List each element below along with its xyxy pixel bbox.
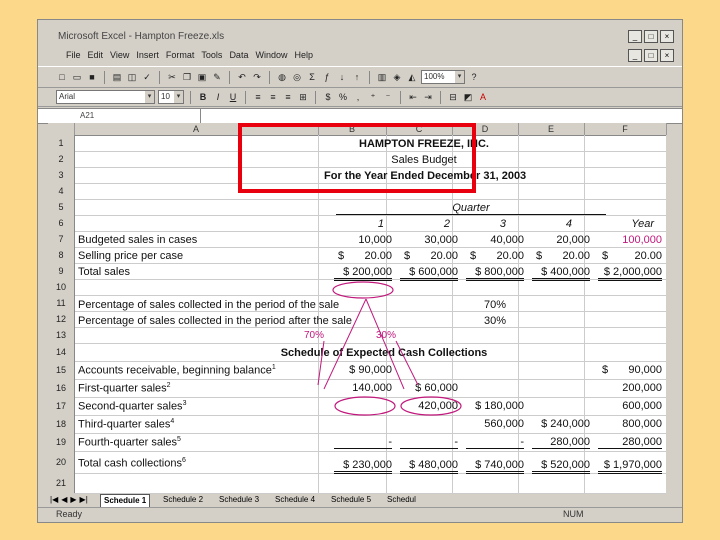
font-size-select[interactable]: 10 ▾ bbox=[158, 90, 184, 104]
window-title: Microsoft Excel - Hampton Freeze.xls bbox=[58, 31, 225, 42]
standard-toolbar: □ ▭ ■ ▤ ◫ ✓ ✂ ❐ ▣ ✎ ↶ ↷ ◍ ◎ Σ ƒ ↓ ↑ ▥ ◈ … bbox=[38, 66, 682, 88]
doc-close-button[interactable]: × bbox=[660, 49, 674, 62]
menu-insert[interactable]: Insert bbox=[136, 50, 159, 60]
fill-color-icon[interactable]: ◩ bbox=[462, 91, 474, 103]
annotation-circle-first-q2 bbox=[400, 396, 462, 416]
menu-data[interactable]: Data bbox=[229, 50, 248, 60]
web-icon[interactable]: ◎ bbox=[291, 71, 303, 83]
menu-file[interactable]: File bbox=[66, 50, 81, 60]
annotation-circle-first-q1 bbox=[334, 396, 396, 416]
maximize-button[interactable]: □ bbox=[644, 30, 658, 43]
first-sheet-icon[interactable]: |◀ bbox=[50, 495, 58, 504]
undo-icon[interactable]: ↶ bbox=[236, 71, 248, 83]
next-sheet-icon[interactable]: ▶ bbox=[70, 495, 76, 504]
decrease-indent-icon[interactable]: ⇤ bbox=[407, 91, 419, 103]
minimize-button[interactable]: _ bbox=[628, 30, 642, 43]
last-sheet-icon[interactable]: ▶| bbox=[80, 495, 88, 504]
align-left-icon[interactable]: ≡ bbox=[252, 91, 264, 103]
cut-icon[interactable]: ✂ bbox=[166, 71, 178, 83]
tab-schedule-6[interactable]: Schedul bbox=[384, 494, 419, 506]
format-painter-icon[interactable]: ✎ bbox=[211, 71, 223, 83]
formula-bar[interactable]: A21 bbox=[38, 108, 682, 124]
sort-desc-icon[interactable]: ↑ bbox=[351, 71, 363, 83]
tab-schedule-2[interactable]: Schedule 2 bbox=[160, 494, 206, 506]
currency-icon[interactable]: $ bbox=[322, 91, 334, 103]
sheet-tabs: |◀ ◀ ▶ ▶| Schedule 1 Schedule 2 Schedule… bbox=[48, 494, 666, 508]
redo-icon[interactable]: ↷ bbox=[251, 71, 263, 83]
bold-icon[interactable]: B bbox=[197, 91, 209, 103]
italic-icon[interactable]: I bbox=[212, 91, 224, 103]
menu-help[interactable]: Help bbox=[294, 50, 313, 60]
spelling-icon[interactable]: ✓ bbox=[141, 71, 153, 83]
map-icon[interactable]: ◈ bbox=[391, 71, 403, 83]
merge-center-icon[interactable]: ⊞ bbox=[297, 91, 309, 103]
menu-view[interactable]: View bbox=[110, 50, 129, 60]
tab-schedule-3[interactable]: Schedule 3 bbox=[216, 494, 262, 506]
function-icon[interactable]: ƒ bbox=[321, 71, 333, 83]
annotation-line-70 bbox=[323, 298, 367, 390]
menu-edit[interactable]: Edit bbox=[88, 50, 104, 60]
help-icon[interactable]: ? bbox=[468, 71, 480, 83]
doc-minimize-button[interactable]: _ bbox=[628, 49, 642, 62]
excel-window: Microsoft Excel - Hampton Freeze.xls _ □… bbox=[37, 19, 683, 523]
new-icon[interactable]: □ bbox=[56, 71, 68, 83]
zoom-select[interactable]: 100% ▾ bbox=[421, 70, 465, 84]
title-bar: Microsoft Excel - Hampton Freeze.xls _ □… bbox=[38, 28, 682, 45]
align-center-icon[interactable]: ≡ bbox=[267, 91, 279, 103]
font-select[interactable]: Arial ▾ bbox=[56, 90, 155, 104]
sort-asc-icon[interactable]: ↓ bbox=[336, 71, 348, 83]
paste-icon[interactable]: ▣ bbox=[196, 71, 208, 83]
autosum-icon[interactable]: Σ bbox=[306, 71, 318, 83]
decrease-decimal-icon[interactable]: ⁻ bbox=[382, 91, 394, 103]
tab-schedule-4[interactable]: Schedule 4 bbox=[272, 494, 318, 506]
open-icon[interactable]: ▭ bbox=[71, 71, 83, 83]
annotation-line-30 bbox=[365, 298, 405, 390]
tab-schedule-5[interactable]: Schedule 5 bbox=[328, 494, 374, 506]
drawing-icon[interactable]: ◭ bbox=[406, 71, 418, 83]
close-button[interactable]: × bbox=[660, 30, 674, 43]
hyperlink-icon[interactable]: ◍ bbox=[276, 71, 288, 83]
underline-icon[interactable]: U bbox=[227, 91, 239, 103]
num-lock-indicator: NUM bbox=[563, 509, 584, 519]
menu-window[interactable]: Window bbox=[255, 50, 287, 60]
status-bar: Ready NUM bbox=[38, 507, 682, 522]
menu-bar: File Edit View Insert Format Tools Data … bbox=[38, 47, 682, 63]
annotation-circle-q1-sales bbox=[332, 281, 394, 299]
doc-restore-button[interactable]: □ bbox=[644, 49, 658, 62]
borders-icon[interactable]: ⊟ bbox=[447, 91, 459, 103]
align-right-icon[interactable]: ≡ bbox=[282, 91, 294, 103]
increase-decimal-icon[interactable]: ⁺ bbox=[367, 91, 379, 103]
highlight-box bbox=[238, 123, 476, 193]
save-icon[interactable]: ■ bbox=[86, 71, 98, 83]
increase-indent-icon[interactable]: ⇥ bbox=[422, 91, 434, 103]
annotation-arrow-70 bbox=[317, 340, 325, 386]
menu-format[interactable]: Format bbox=[166, 50, 195, 60]
menu-tools[interactable]: Tools bbox=[201, 50, 222, 60]
comma-icon[interactable]: , bbox=[352, 91, 364, 103]
formatting-toolbar: Arial ▾ 10 ▾ B I U ≡ ≡ ≡ ⊞ $ % , ⁺ ⁻ ⇤ ⇥ ⊟… bbox=[38, 87, 682, 107]
font-color-icon[interactable]: A bbox=[477, 91, 489, 103]
prev-sheet-icon[interactable]: ◀ bbox=[61, 495, 67, 504]
copy-icon[interactable]: ❐ bbox=[181, 71, 193, 83]
print-icon[interactable]: ▤ bbox=[111, 71, 123, 83]
percent-icon[interactable]: % bbox=[337, 91, 349, 103]
tab-schedule-1[interactable]: Schedule 1 bbox=[100, 494, 151, 508]
preview-icon[interactable]: ◫ bbox=[126, 71, 138, 83]
chart-wizard-icon[interactable]: ▥ bbox=[376, 71, 388, 83]
status-text: Ready bbox=[56, 509, 83, 519]
name-box[interactable]: A21 bbox=[50, 109, 201, 123]
